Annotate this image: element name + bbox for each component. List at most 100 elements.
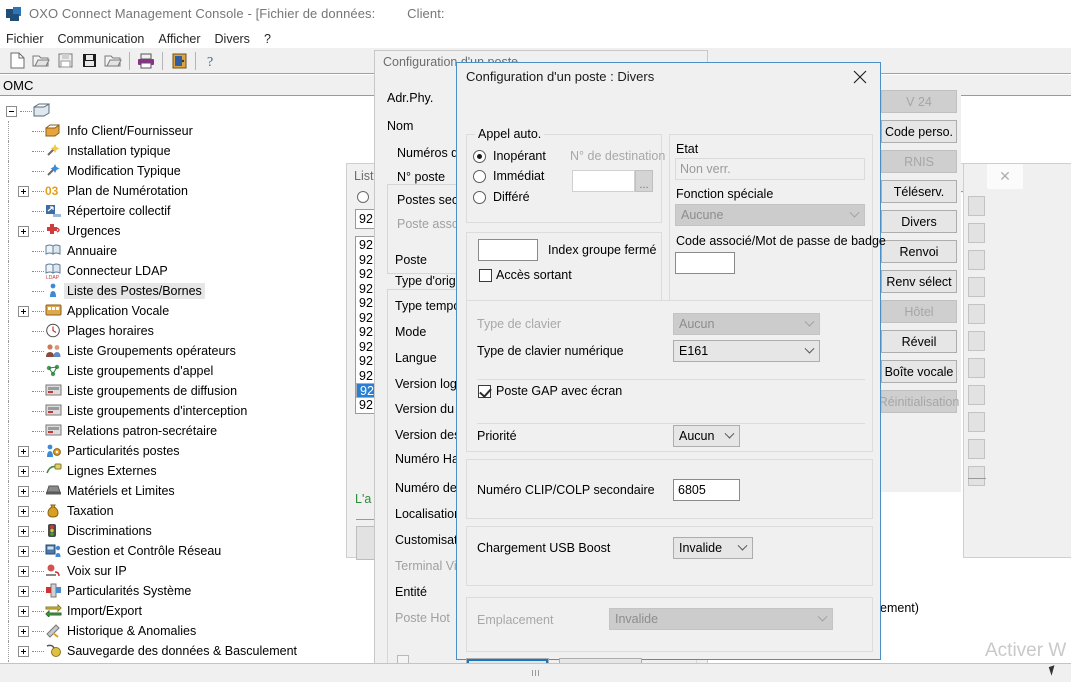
tree-expand-toggle[interactable] (18, 645, 29, 657)
tree-collapse-toggle[interactable] (6, 105, 17, 117)
tree-item-label: Lignes Externes (67, 464, 157, 478)
tree-expand-toggle[interactable] (18, 625, 29, 637)
clip-input[interactable]: 6805 (673, 479, 740, 501)
tree-expand-toggle[interactable] (18, 545, 29, 557)
side-button-renvoi[interactable]: Renvoi (881, 240, 957, 263)
destination-input[interactable] (572, 170, 635, 192)
poste-field-label: Adr.Phy. (387, 91, 434, 105)
tree-expand-toggle[interactable] (18, 585, 29, 597)
tree-expand-toggle[interactable] (18, 565, 29, 577)
mini-button[interactable] (968, 439, 985, 459)
chevron-down-icon (737, 540, 748, 551)
tree-guide-line (8, 301, 18, 321)
menu-divers[interactable]: Divers (208, 31, 257, 47)
tree-guide-line (8, 141, 18, 161)
wand-yellow-icon (45, 143, 62, 159)
horizontal-scrollbar[interactable] (0, 663, 1071, 682)
close-icon[interactable] (840, 63, 880, 91)
side-button-renv-s-lect[interactable]: Renv sélect (881, 270, 957, 293)
tree-item-label: Import/Export (67, 604, 143, 618)
mini-button[interactable] (968, 223, 985, 243)
tree-item-label: Liste groupements d'interception (67, 404, 248, 418)
usb-select[interactable]: Invalide (673, 537, 753, 559)
priorite-select[interactable]: Aucun (673, 425, 740, 447)
menu-help[interactable]: ? (257, 31, 278, 47)
tree-item-label: Relations patron-secrétaire (67, 424, 218, 438)
tree-expand-toggle[interactable] (18, 465, 29, 477)
tree-guide-line (8, 281, 18, 301)
save-as-icon[interactable] (77, 50, 101, 72)
tree-expand-toggle[interactable] (18, 305, 29, 317)
open-folder-2-icon[interactable] (101, 50, 125, 72)
side-button-bo-te-vocale[interactable]: Boîte vocale (881, 360, 957, 383)
tree-expand-toggle[interactable] (18, 185, 29, 197)
side-button-divers[interactable]: Divers (881, 210, 957, 233)
list-item[interactable]: 92 (356, 383, 375, 398)
mini-button[interactable] (968, 466, 985, 486)
mini-button[interactable] (968, 277, 985, 297)
poste-gap-checkbox[interactable] (478, 385, 491, 398)
acces-sortant-checkbox[interactable] (479, 269, 492, 282)
mini-button[interactable] (968, 385, 985, 405)
divers-dialog[interactable]: Configuration d'un poste : Divers Appel … (456, 62, 886, 682)
mini-button[interactable] (968, 358, 985, 378)
app-logo-icon (6, 6, 22, 21)
type-clavier-label: Type de clavier (477, 317, 562, 331)
tree-guide-line (8, 241, 18, 261)
background-right-window[interactable]: ✕ (963, 163, 1071, 558)
mini-button[interactable] (968, 196, 985, 216)
tree-connector (20, 110, 32, 112)
tree-expand-toggle[interactable] (18, 445, 29, 457)
menu-afficher[interactable]: Afficher (151, 31, 207, 47)
type-clavier-num-select[interactable]: E161 (673, 340, 820, 362)
radio-immediat[interactable] (473, 170, 486, 183)
help-icon[interactable]: ? (200, 50, 224, 72)
mini-button[interactable] (968, 250, 985, 270)
print-icon[interactable] (134, 50, 158, 72)
operators-icon (45, 343, 62, 359)
tree-item-label: Liste groupements de diffusion (67, 384, 238, 398)
side-button-t-l-serv[interactable]: Téléserv. (881, 180, 957, 203)
appel-auto-legend: Appel auto. (475, 127, 545, 141)
tree-expand-toggle[interactable] (18, 485, 29, 497)
index-groupe-input[interactable] (478, 239, 538, 261)
side-button-code-perso[interactable]: Code perso. (881, 120, 957, 143)
usb-group (466, 526, 873, 586)
radio-inoperant[interactable] (473, 150, 486, 163)
list-filter-radio[interactable] (357, 191, 369, 203)
person-blue-icon (45, 283, 62, 299)
side-button-panel: V 24 Code perso. RNIS Téléserv. Divers Renvoi… (877, 76, 961, 492)
side-button-r-veil[interactable]: Réveil (881, 330, 957, 353)
destination-browse-button[interactable]: ... (635, 170, 653, 192)
mini-button[interactable] (968, 331, 985, 351)
tree-guide-line (8, 201, 18, 221)
code-associe-input[interactable] (675, 252, 735, 274)
side-button-r-initialisation: Réinitialisation (879, 390, 959, 413)
chevron-down-icon (817, 611, 828, 622)
menu-fichier[interactable]: Fichier (0, 31, 51, 47)
tree-expand-toggle[interactable] (18, 605, 29, 617)
etat-label: Etat (676, 142, 699, 156)
external-lines-icon (45, 463, 62, 479)
hardware-icon (45, 483, 62, 499)
mini-buttons-divider (968, 478, 986, 479)
tree-expand-toggle[interactable] (18, 505, 29, 517)
mini-button[interactable] (968, 412, 985, 432)
tree-item-label: Particularités postes (67, 444, 180, 458)
new-file-icon[interactable] (5, 50, 29, 72)
close-icon[interactable]: ✕ (987, 164, 1023, 189)
clavier-divider-1 (477, 379, 865, 380)
history-icon (45, 623, 62, 639)
exit-door-icon[interactable] (167, 50, 191, 72)
radio-differe[interactable] (473, 191, 486, 204)
open-folder-icon[interactable] (29, 50, 53, 72)
tree-expand-toggle[interactable] (18, 525, 29, 537)
tree-connector (32, 390, 44, 392)
fonction-speciale-select: Aucune (675, 204, 865, 226)
mini-button[interactable] (968, 304, 985, 324)
radio-inoperant-label: Inopérant (493, 149, 546, 163)
menu-communication[interactable]: Communication (51, 31, 152, 47)
save-icon[interactable] (53, 50, 77, 72)
tree-expand-toggle[interactable] (18, 225, 29, 237)
tree-item-label: Liste des Postes/Bornes (64, 283, 205, 299)
